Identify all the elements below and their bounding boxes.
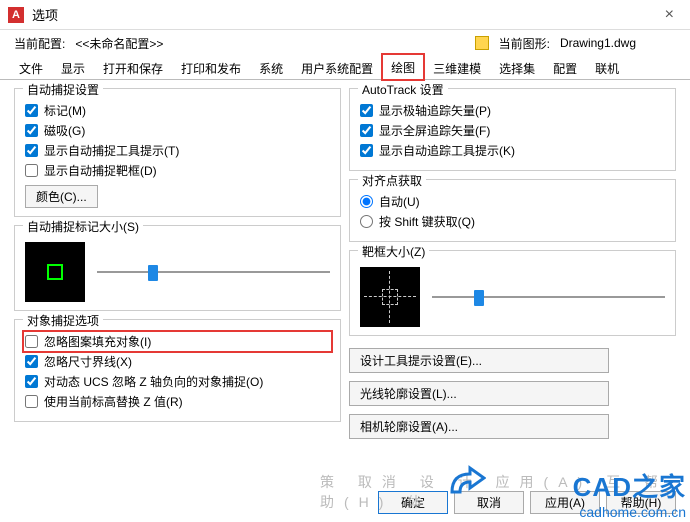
app-icon: A [8, 7, 24, 23]
checkbox[interactable] [25, 104, 38, 117]
checkbox[interactable] [360, 124, 373, 137]
checkbox-option[interactable]: 使用当前标高替换 Z 值(R) [25, 393, 330, 410]
legend: 对象捕捉选项 [23, 312, 103, 329]
checkbox[interactable] [25, 375, 38, 388]
checkbox-label: 忽略图案填充对象(I) [44, 333, 151, 350]
checkbox[interactable] [25, 355, 38, 368]
checkbox[interactable] [360, 104, 373, 117]
checkbox-option[interactable]: 磁吸(G) [25, 122, 330, 139]
group-marker-size: 自动捕捉标记大小(S) [14, 225, 341, 311]
checkbox-option[interactable]: 显示极轴追踪矢量(P) [360, 102, 665, 119]
radio-label: 按 Shift 键获取(Q) [379, 213, 475, 230]
watermark-ghost: 策 取消 设 计 应用(A) 互 帮助(H) 体 [320, 472, 690, 512]
tab-3[interactable]: 打印和发布 [172, 55, 250, 80]
checkbox-label: 忽略尺寸界线(X) [44, 353, 132, 370]
checkbox-label: 使用当前标高替换 Z 值(R) [44, 393, 183, 410]
color-button[interactable]: 颜色(C)... [25, 185, 98, 208]
close-icon[interactable]: × [657, 2, 682, 28]
tab-0[interactable]: 文件 [10, 55, 52, 80]
tab-2[interactable]: 打开和保存 [94, 55, 172, 80]
current-drawing-value: Drawing1.dwg [560, 36, 636, 50]
legend: 对齐点获取 [358, 172, 426, 189]
checkbox-option[interactable]: 标记(M) [25, 102, 330, 119]
legend: 自动捕捉设置 [23, 81, 103, 98]
tab-4[interactable]: 系统 [250, 55, 292, 80]
checkbox-option[interactable]: 显示全屏追踪矢量(F) [360, 122, 665, 139]
legend: AutoTrack 设置 [358, 81, 448, 98]
marker-size-slider[interactable] [97, 262, 330, 282]
current-profile-label: 当前配置: [14, 35, 65, 52]
checkbox-option[interactable]: 对动态 UCS 忽略 Z 轴负向的对象捕捉(O) [25, 373, 330, 390]
legend: 自动捕捉标记大小(S) [23, 218, 143, 235]
checkbox-label: 显示自动捕捉靶框(D) [44, 162, 157, 179]
checkbox-option[interactable]: 忽略图案填充对象(I) [25, 333, 330, 350]
checkbox[interactable] [25, 335, 38, 348]
checkbox-option[interactable]: 显示自动捕捉工具提示(T) [25, 142, 330, 159]
radio[interactable] [360, 195, 373, 208]
right-column: AutoTrack 设置 显示极轴追踪矢量(P)显示全屏追踪矢量(F)显示自动追… [349, 88, 676, 439]
aperture-preview [360, 267, 420, 327]
radio-option[interactable]: 自动(U) [360, 193, 665, 210]
checkbox-option[interactable]: 显示自动追踪工具提示(K) [360, 142, 665, 159]
tab-strip: 文件显示打开和保存打印和发布系统用户系统配置绘图三维建模选择集配置联机 [0, 56, 690, 80]
checkbox-label: 磁吸(G) [44, 122, 85, 139]
group-autotrack: AutoTrack 设置 显示极轴追踪矢量(P)显示全屏追踪矢量(F)显示自动追… [349, 88, 676, 171]
radio-label: 自动(U) [379, 193, 420, 210]
drawing-icon [475, 36, 489, 50]
left-column: 自动捕捉设置 标记(M)磁吸(G)显示自动捕捉工具提示(T)显示自动捕捉靶框(D… [14, 88, 341, 439]
tab-8[interactable]: 选择集 [490, 55, 544, 80]
settings-button[interactable]: 设计工具提示设置(E)... [349, 348, 609, 373]
checkbox-label: 对动态 UCS 忽略 Z 轴负向的对象捕捉(O) [44, 373, 263, 390]
profile-row: 当前配置: <<未命名配置>> 当前图形: Drawing1.dwg [0, 30, 690, 56]
group-aperture-size: 靶框大小(Z) [349, 250, 676, 336]
window-title: 选项 [32, 5, 58, 24]
checkbox-option[interactable]: 忽略尺寸界线(X) [25, 353, 330, 370]
tab-10[interactable]: 联机 [586, 55, 628, 80]
group-autosnap-settings: 自动捕捉设置 标记(M)磁吸(G)显示自动捕捉工具提示(T)显示自动捕捉靶框(D… [14, 88, 341, 217]
checkbox[interactable] [25, 395, 38, 408]
checkbox-label: 标记(M) [44, 102, 86, 119]
current-profile-value: <<未命名配置>> [75, 35, 163, 52]
legend: 靶框大小(Z) [358, 243, 429, 260]
checkbox[interactable] [25, 164, 38, 177]
group-osnap-options: 对象捕捉选项 忽略图案填充对象(I)忽略尺寸界线(X)对动态 UCS 忽略 Z … [14, 319, 341, 422]
tab-7[interactable]: 三维建模 [424, 55, 490, 80]
checkbox[interactable] [25, 144, 38, 157]
checkbox-label: 显示自动追踪工具提示(K) [379, 142, 515, 159]
aperture-size-slider[interactable] [432, 287, 665, 307]
checkbox-label: 显示极轴追踪矢量(P) [379, 102, 491, 119]
settings-button[interactable]: 光线轮廓设置(L)... [349, 381, 609, 406]
checkbox-option[interactable]: 显示自动捕捉靶框(D) [25, 162, 330, 179]
titlebar: A 选项 × [0, 0, 690, 30]
settings-button[interactable]: 相机轮廓设置(A)... [349, 414, 609, 439]
radio-option[interactable]: 按 Shift 键获取(Q) [360, 213, 665, 230]
current-drawing-label: 当前图形: [499, 35, 550, 52]
tab-6[interactable]: 绘图 [382, 54, 424, 80]
tab-5[interactable]: 用户系统配置 [292, 55, 382, 80]
checkbox[interactable] [360, 144, 373, 157]
radio[interactable] [360, 215, 373, 228]
tab-1[interactable]: 显示 [52, 55, 94, 80]
group-alignment-point: 对齐点获取 自动(U)按 Shift 键获取(Q) [349, 179, 676, 242]
marker-preview [25, 242, 85, 302]
checkbox-label: 显示全屏追踪矢量(F) [379, 122, 490, 139]
content: 自动捕捉设置 标记(M) 磁吸(G) 显示自动捕捉工具提示(T) 显示自动捕捉靶框(D… [0, 80, 690, 439]
checkbox-label: 显示自动捕捉工具提示(T) [44, 142, 179, 159]
checkbox[interactable] [25, 124, 38, 137]
tab-9[interactable]: 配置 [544, 55, 586, 80]
